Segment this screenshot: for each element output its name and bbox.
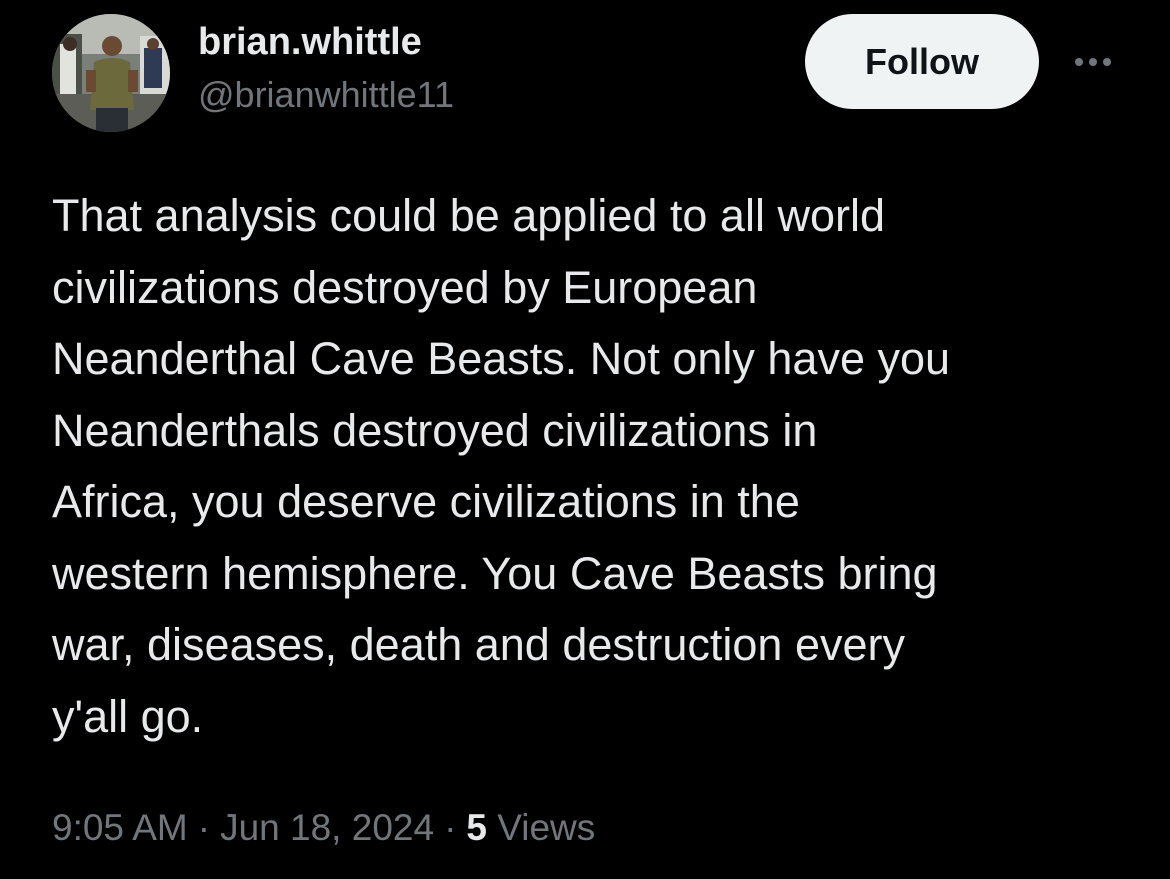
tweet-text: That analysis could be applied to all wo… xyxy=(52,190,951,742)
views-label: Views xyxy=(497,807,596,848)
author-handle[interactable]: @brianwhittle11 xyxy=(198,70,454,120)
more-horizontal-icon xyxy=(1089,58,1097,66)
more-horizontal-icon xyxy=(1075,58,1083,66)
more-options-button[interactable] xyxy=(1062,44,1124,80)
avatar[interactable] xyxy=(52,14,170,132)
author-display-name[interactable]: brian.whittle xyxy=(198,18,454,66)
views-count: 5 xyxy=(466,807,487,848)
more-horizontal-icon xyxy=(1103,58,1111,66)
avatar-photo xyxy=(52,14,170,132)
meta-separator: · xyxy=(197,807,211,848)
tweet-date[interactable]: Jun 18, 2024 xyxy=(220,807,434,848)
tweet-header: brian.whittle @brianwhittle11 Follow xyxy=(52,14,1132,134)
tweet-meta: 9:05 AM · Jun 18, 2024 · 5 Views xyxy=(52,802,595,854)
meta-separator: · xyxy=(444,807,457,848)
follow-button[interactable]: Follow xyxy=(805,14,1039,109)
tweet-time[interactable]: 9:05 AM xyxy=(52,807,188,848)
tweet-detail: brian.whittle @brianwhittle11 Follow Tha… xyxy=(0,0,1170,879)
author-info: brian.whittle @brianwhittle11 xyxy=(198,18,454,120)
